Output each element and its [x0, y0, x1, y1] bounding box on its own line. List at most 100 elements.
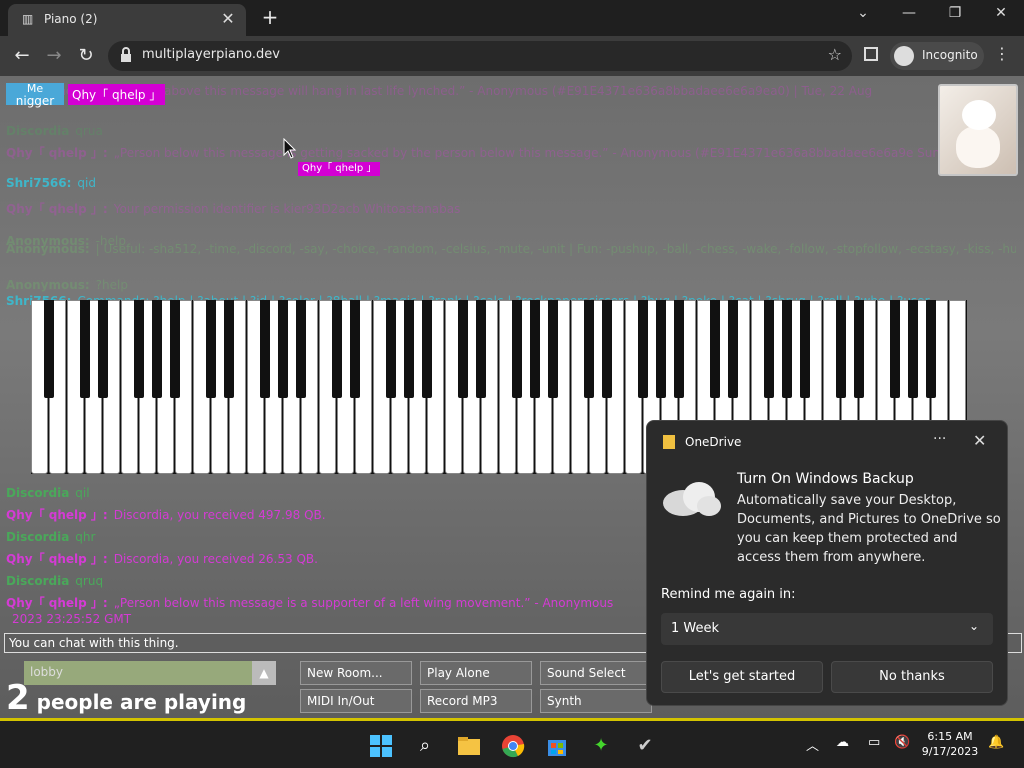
black-key[interactable]	[799, 300, 811, 398]
restore-icon[interactable]: ❐	[940, 5, 970, 21]
cat-avatar	[938, 84, 1018, 176]
onedrive-icon	[663, 435, 675, 449]
minimize-icon[interactable]: —	[894, 5, 924, 21]
back-icon[interactable]: ←	[10, 44, 34, 68]
cat-body	[956, 126, 1000, 168]
black-key[interactable]	[133, 300, 145, 398]
no-thanks-button[interactable]: No thanks	[831, 661, 993, 693]
address-bar[interactable]: multiplayerpiano.dev ☆	[108, 41, 852, 71]
onedrive-tray-icon[interactable]: ☁	[836, 735, 849, 750]
chat-text: Discordia, you received 497.98 QB.	[113, 508, 326, 522]
room-dropdown-arrow-icon[interactable]: ▲	[252, 661, 276, 685]
black-key[interactable]	[889, 300, 901, 398]
chrome-icon[interactable]	[500, 733, 526, 759]
user-badge-qhy[interactable]: Qhy「 qhelp 」	[68, 84, 166, 105]
black-key[interactable]	[655, 300, 667, 398]
black-key[interactable]	[97, 300, 109, 398]
black-key[interactable]	[583, 300, 595, 398]
lock-icon	[121, 47, 131, 62]
bookmark-star-icon[interactable]: ☆	[828, 45, 842, 64]
black-key[interactable]	[511, 300, 523, 398]
get-started-button[interactable]: Let's get started	[661, 661, 823, 693]
black-key[interactable]	[223, 300, 235, 398]
black-key[interactable]	[673, 300, 685, 398]
black-key[interactable]	[421, 300, 433, 398]
play-alone-button[interactable]: Play Alone	[420, 661, 532, 685]
chat-sender: Qhy「 qhelp 」:	[6, 508, 108, 522]
remind-value: 1 Week	[671, 621, 720, 636]
side-panel-icon[interactable]	[864, 47, 878, 61]
more-options-icon[interactable]: ···	[933, 431, 946, 447]
black-key[interactable]	[709, 300, 721, 398]
black-key[interactable]	[151, 300, 163, 398]
close-tab-icon[interactable]: ✕	[218, 9, 238, 28]
black-key[interactable]	[331, 300, 343, 398]
black-key[interactable]	[601, 300, 613, 398]
black-key[interactable]	[457, 300, 469, 398]
razer-icon[interactable]: ✦	[588, 733, 614, 759]
close-notification-icon[interactable]: ✕	[973, 431, 986, 450]
chat-text: qil	[75, 486, 90, 500]
black-key[interactable]	[529, 300, 541, 398]
black-key[interactable]	[547, 300, 559, 398]
black-key[interactable]	[259, 300, 271, 398]
search-icon[interactable]: ⌕	[412, 733, 438, 759]
chat-sender: Qhy「 qhelp 」:	[6, 146, 108, 160]
black-key[interactable]	[475, 300, 487, 398]
player-count: 2 people are playing	[6, 678, 246, 718]
checkmark-app-icon[interactable]: ✔	[632, 733, 658, 759]
volume-muted-icon[interactable]: 🔇	[894, 735, 910, 750]
chat-sender: Discordia	[6, 530, 70, 544]
black-key[interactable]	[925, 300, 937, 398]
black-key[interactable]	[169, 300, 181, 398]
midi-button[interactable]: MIDI In/Out	[300, 689, 412, 713]
black-key[interactable]	[835, 300, 847, 398]
black-key[interactable]	[727, 300, 739, 398]
chat-text: qid	[77, 176, 96, 190]
player-count-label: people are playing	[36, 690, 247, 714]
chat-message: Discordia qrua	[6, 120, 1016, 142]
black-key[interactable]	[403, 300, 415, 398]
tab-piano[interactable]: ▥ Piano (2) ✕	[8, 4, 246, 36]
reload-icon[interactable]: ↻	[74, 44, 98, 68]
black-key[interactable]	[295, 300, 307, 398]
tray-chevron-icon[interactable]: ︿	[806, 735, 819, 754]
chat-message: Anonymous: | Useful: -sha512, -time, -dis…	[6, 238, 1016, 260]
black-key[interactable]	[853, 300, 865, 398]
black-key[interactable]	[637, 300, 649, 398]
incognito-indicator[interactable]: Incognito	[890, 42, 984, 70]
notification-bell-icon[interactable]: 🔔	[988, 735, 1004, 750]
black-key[interactable]	[907, 300, 919, 398]
black-key[interactable]	[205, 300, 217, 398]
windows-start-icon[interactable]	[368, 733, 394, 759]
record-mp3-button[interactable]: Record MP3	[420, 689, 532, 713]
new-tab-button[interactable]: +	[258, 5, 282, 29]
menu-icon[interactable]: ⋮	[994, 44, 1010, 63]
forward-icon[interactable]: →	[42, 44, 66, 68]
close-window-icon[interactable]: ✕	[986, 5, 1016, 21]
network-icon[interactable]: ▭	[868, 735, 880, 750]
black-key[interactable]	[79, 300, 91, 398]
tab-search-icon[interactable]: ⌄	[848, 5, 878, 21]
cat-head	[962, 100, 996, 130]
chat-sender: Qhy「 qhelp 」:	[6, 552, 108, 566]
black-key[interactable]	[43, 300, 55, 398]
chat-text: „Person above this message will hang in …	[113, 84, 873, 98]
tab-strip: ▥ Piano (2) ✕ + ⌄ — ❐ ✕	[0, 0, 1024, 36]
remind-select[interactable]: 1 Week ⌄	[661, 613, 993, 645]
black-key[interactable]	[349, 300, 361, 398]
synth-button[interactable]: Synth	[540, 689, 652, 713]
new-room-button[interactable]: New Room...	[300, 661, 412, 685]
clock[interactable]: 6:15 AM 9/17/2023	[920, 729, 980, 759]
file-explorer-icon[interactable]	[456, 733, 482, 759]
black-key[interactable]	[277, 300, 289, 398]
chat-text: 2023 23:25:52 GMT	[12, 612, 132, 626]
store-icon[interactable]	[544, 733, 570, 759]
sound-select-button[interactable]: Sound Select	[540, 661, 652, 685]
black-key[interactable]	[781, 300, 793, 398]
chat-sender: Shri7566:	[6, 176, 72, 190]
black-key[interactable]	[385, 300, 397, 398]
black-key[interactable]	[763, 300, 775, 398]
chat-sender: Discordia	[6, 574, 70, 588]
me-badge[interactable]: Me nigger	[6, 83, 64, 107]
